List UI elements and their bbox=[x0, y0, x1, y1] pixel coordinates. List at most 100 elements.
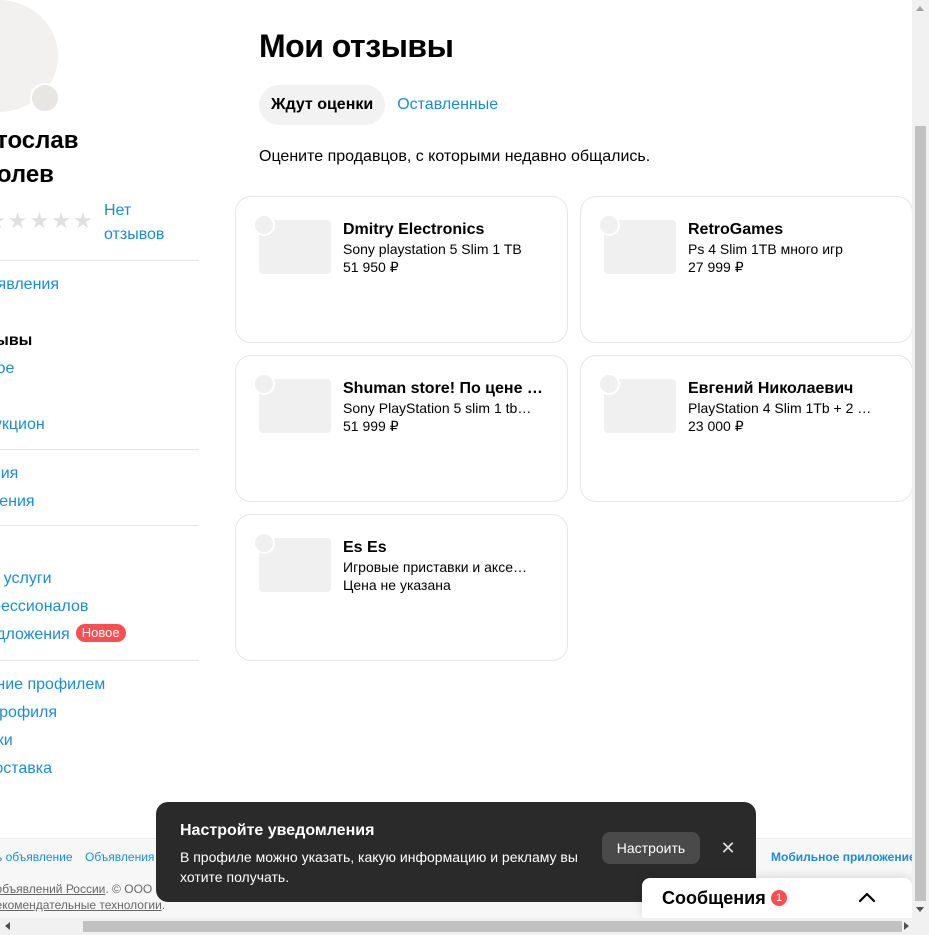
scroll-left-arrow-icon[interactable] bbox=[5, 922, 10, 930]
sidebar-item[interactable]: щения bbox=[0, 460, 200, 488]
sidebar-item[interactable]: та профиля bbox=[0, 699, 200, 727]
item-title: Sony PlayStation 5 slim 1 tb новая bbox=[343, 400, 533, 416]
sidebar-item-label: та профиля bbox=[0, 704, 58, 721]
item-title: Игровые приставки и аксессуары bbox=[343, 559, 533, 575]
sidebar-item[interactable]: предложения Новое bbox=[0, 621, 200, 649]
seller-card[interactable]: Dmitry Electronics Sony playstation 5 Sli… bbox=[235, 196, 568, 343]
item-price: 23 000 ₽ bbox=[688, 418, 744, 434]
star-icon: ★ bbox=[29, 208, 50, 233]
messages-widget[interactable]: Сообщения 1 bbox=[642, 878, 912, 918]
scroll-right-arrow-icon[interactable] bbox=[904, 922, 909, 930]
footer-link-post-ad[interactable]: ь объявление bbox=[0, 849, 73, 865]
tab-left-reviews[interactable]: Оставленные bbox=[397, 85, 498, 125]
review-tabs: Ждут оценки Оставленные bbox=[259, 85, 498, 125]
sidebar-menu-settings: вление профилем та профиля ройки о Доставка bbox=[0, 671, 200, 783]
item-price: 27 999 ₽ bbox=[688, 259, 744, 275]
configure-notifications-button[interactable]: Настроить bbox=[602, 832, 700, 864]
vertical-scroll-thumb[interactable] bbox=[915, 126, 926, 901]
tab-awaiting-rating[interactable]: Ждут оценки bbox=[259, 85, 386, 125]
seller-name: Shuman store! По цене производителя bbox=[343, 380, 543, 397]
sidebar-item[interactable]: о Доставка bbox=[0, 755, 200, 783]
seller-avatar bbox=[598, 373, 620, 395]
item-title: Sony playstation 5 Slim 1 TB bbox=[343, 241, 522, 257]
sidebar-item[interactable]: ме bbox=[0, 383, 200, 411]
sidebar-item[interactable]: вление профилем bbox=[0, 671, 200, 699]
sidebar-item[interactable]: вы bbox=[0, 299, 200, 327]
sidebar-item[interactable]: отзывы bbox=[0, 327, 200, 355]
seller-card[interactable]: Shuman store! По цене производителя Sony … bbox=[235, 355, 568, 502]
sidebar-divider bbox=[0, 449, 199, 450]
sidebar-divider bbox=[0, 260, 199, 261]
no-reviews-link[interactable]: Нет отзывов bbox=[104, 199, 194, 247]
scroll-down-arrow-icon[interactable] bbox=[916, 907, 924, 912]
sidebar-item[interactable]: ройки bbox=[0, 727, 200, 755]
seller-name: Евгений Николаевич bbox=[688, 380, 854, 397]
seller-name: RetroGames bbox=[688, 221, 784, 238]
toast-title: Настройте уведомления bbox=[180, 822, 375, 839]
sidebar-item-label: ройки bbox=[0, 732, 13, 749]
page-title: Мои отзывы bbox=[259, 28, 454, 64]
seller-avatar bbox=[253, 214, 275, 236]
sidebar-item[interactable]: анное bbox=[0, 355, 200, 383]
sidebar-item-label: предложения bbox=[0, 626, 70, 643]
toast-text: В профиле можно указать, какую информаци… bbox=[180, 849, 578, 885]
star-icon: ★ bbox=[0, 209, 6, 233]
sidebar-item-label: о Доставка bbox=[0, 760, 53, 777]
sidebar-item-label: ные услуги bbox=[0, 570, 52, 587]
sidebar-menu-services: лёк ные услуги рофессионалов предложения Нов… bbox=[0, 537, 200, 649]
sidebar-item-label: омления bbox=[0, 493, 35, 510]
sidebar-item-label: анное bbox=[0, 360, 15, 377]
messages-label: Сообщения bbox=[662, 888, 766, 908]
user-name: ятослав болев bbox=[0, 127, 79, 188]
close-icon[interactable]: ✕ bbox=[718, 836, 738, 860]
seller-avatar bbox=[253, 373, 275, 395]
profile-sidebar: ятослав болев ★ ★ ★ ★ ★ Нет отзывов объя… bbox=[0, 0, 200, 800]
page-subtitle: Оцените продавцов, с которыми недавно об… bbox=[259, 148, 651, 165]
seller-name: Es Es bbox=[343, 539, 387, 556]
sidebar-menu-messages: щения омления bbox=[0, 460, 200, 516]
sidebar-menu-main: объявления вы отзывы анное ме о Аукцион bbox=[0, 271, 200, 439]
star-icon: ★ bbox=[51, 208, 71, 233]
seller-card[interactable]: RetroGames Ps 4 Slim 1TB много игр 27 999 … bbox=[580, 196, 913, 343]
sidebar-item-label: отзывы bbox=[0, 332, 33, 349]
seller-card[interactable]: Es Es Игровые приставки и аксессуары Цена … bbox=[235, 514, 568, 661]
footer-link-mobile-app[interactable]: Мобильное приложение bbox=[771, 849, 916, 865]
new-badge: Новое bbox=[75, 624, 126, 642]
sidebar-item[interactable]: лёк bbox=[0, 537, 200, 565]
sidebar-item-label: рофессионалов bbox=[0, 598, 89, 615]
seller-name: Dmitry Electronics bbox=[343, 221, 485, 238]
star-icon: ★ bbox=[7, 208, 28, 233]
sidebar-item-label: вление профилем bbox=[0, 676, 106, 693]
item-price: 51 999 ₽ bbox=[343, 418, 399, 434]
sidebar-item-label: щения bbox=[0, 465, 19, 482]
sidebar-item[interactable]: ные услуги bbox=[0, 565, 200, 593]
sidebar-item[interactable]: рофессионалов bbox=[0, 593, 200, 621]
item-title: Ps 4 Slim 1TB много игр bbox=[688, 241, 843, 257]
seller-card[interactable]: Евгений Николаевич PlayStation 4 Slim 1Tb… bbox=[580, 355, 913, 502]
item-title: PlayStation 4 Slim 1Tb + 2 джойстика bbox=[688, 400, 878, 416]
horizontal-scroll-thumb[interactable] bbox=[83, 921, 902, 932]
item-price: Цена не указана bbox=[343, 577, 451, 593]
seller-avatar bbox=[598, 214, 620, 236]
item-price: 51 950 ₽ bbox=[343, 259, 399, 275]
star-icon: ★ bbox=[72, 208, 93, 233]
rating-stars: ★ ★ ★ ★ ★ bbox=[0, 209, 93, 233]
sidebar-item[interactable]: омления bbox=[0, 488, 200, 516]
messages-count-badge: 1 bbox=[771, 890, 787, 906]
seller-avatar bbox=[253, 532, 275, 554]
footer-legal-link[interactable]: ит объявлений России bbox=[0, 882, 105, 896]
vertical-scrollbar[interactable] bbox=[912, 0, 929, 918]
sidebar-item-label: о Аукцион bbox=[0, 416, 45, 433]
footer-recommend-tech-link[interactable]: рекомендательные технологии bbox=[0, 898, 162, 912]
sidebar-item[interactable]: о Аукцион bbox=[0, 411, 200, 439]
sidebar-divider bbox=[0, 525, 199, 526]
sidebar-item-label: объявления bbox=[0, 276, 59, 293]
avatar-status-icon bbox=[30, 83, 60, 113]
chevron-up-icon[interactable] bbox=[856, 887, 878, 909]
footer-link-ads[interactable]: Объявления bbox=[85, 849, 154, 865]
scroll-up-arrow-icon[interactable] bbox=[916, 6, 924, 11]
footer-legal-text: ит объявлений России. © ООО т рекомендат… bbox=[0, 881, 165, 913]
sidebar-divider bbox=[0, 660, 199, 661]
horizontal-scrollbar[interactable] bbox=[0, 918, 929, 935]
sidebar-item[interactable]: объявления bbox=[0, 271, 200, 299]
